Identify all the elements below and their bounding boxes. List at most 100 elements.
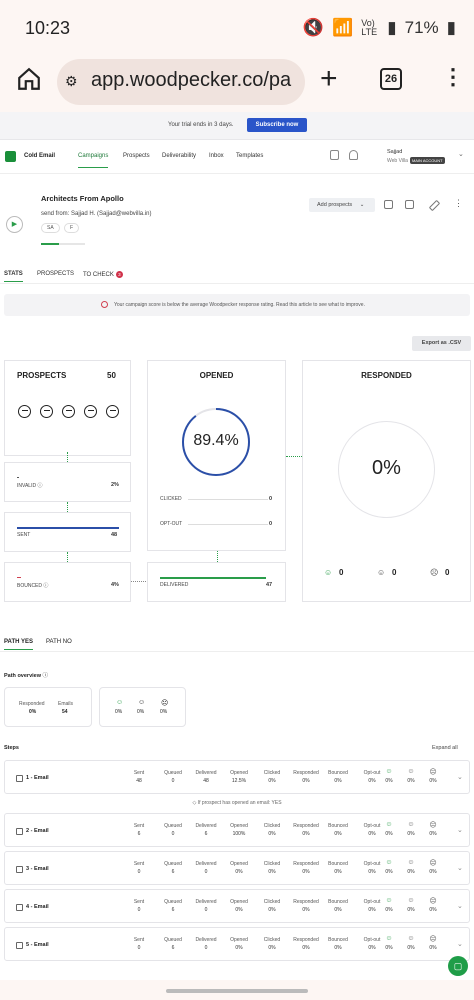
- step-row[interactable]: 2 - Email Sent 6 Queued 0 Delivered 6 Opened 100…: [4, 813, 470, 847]
- avatar-icon: [84, 405, 97, 418]
- add-prospects-button[interactable]: Add prospects ⌄: [309, 198, 375, 212]
- invalid-card: INVALID ⓘ 2%: [4, 462, 131, 502]
- chevron-down-icon[interactable]: ⌄: [458, 150, 464, 158]
- step-col-header: Delivered: [195, 823, 217, 829]
- tab-path-no[interactable]: PATH NO: [46, 639, 72, 645]
- step-col-header: Queued: [164, 937, 182, 943]
- clicked-label: CLICKED: [160, 496, 182, 502]
- chevron-down-icon[interactable]: ⌄: [457, 940, 463, 948]
- info-icon: ⓘ: [43, 583, 49, 589]
- optout-label: OPT-OUT: [160, 521, 183, 527]
- tab-path-yes[interactable]: PATH YES: [4, 639, 34, 650]
- email-icon: [16, 904, 23, 911]
- product-switcher[interactable]: Cold Email: [24, 153, 55, 159]
- chevron-down-icon[interactable]: ⌄: [457, 902, 463, 910]
- subscribe-button[interactable]: Subscribe now: [247, 118, 307, 132]
- connector: [67, 502, 68, 512]
- step-col-header: Sent: [133, 899, 145, 905]
- positive-face-icon: ☺: [116, 699, 124, 706]
- play-icon[interactable]: ▶: [6, 216, 23, 233]
- score-message: Your campaign score is below the average…: [114, 302, 365, 308]
- woodpecker-logo-icon[interactable]: [5, 151, 16, 162]
- email-icon: [16, 828, 23, 835]
- user-org[interactable]: Web Villa MAIN ACCOUNT: [387, 157, 445, 164]
- step-col-value: 0: [171, 831, 175, 837]
- new-tab-button[interactable]: +: [320, 62, 338, 96]
- step-col-value: 48: [203, 778, 209, 784]
- step-col-value: 0: [137, 869, 141, 875]
- positive-face-icon: ☺: [324, 568, 333, 577]
- wifi-icon: 📶: [332, 18, 354, 37]
- connector: [67, 552, 68, 562]
- site-settings-icon[interactable]: ⚙: [65, 73, 78, 90]
- trial-banner: Your trial ends in 3 days. Subscribe now: [0, 112, 474, 140]
- edit-icon[interactable]: [428, 199, 441, 212]
- home-icon[interactable]: [16, 66, 42, 92]
- step-col-value: 0%: [302, 907, 310, 913]
- tag-chip[interactable]: F: [64, 223, 80, 233]
- step-col-value: 6: [137, 831, 141, 837]
- lte-label: Vo) LTE: [361, 18, 378, 37]
- step-col-value: 0%: [268, 945, 276, 951]
- step-col-value: 0: [137, 907, 141, 913]
- step-col-header: Delivered: [195, 937, 217, 943]
- step-name[interactable]: 5 - Email: [26, 942, 49, 948]
- step-col-value: 0: [171, 778, 175, 784]
- signal-icon: ▮: [387, 18, 397, 37]
- neutral-face-icon: ☺: [138, 699, 146, 706]
- nav-inbox[interactable]: Inbox: [209, 153, 224, 159]
- step-name[interactable]: 3 - Email: [26, 866, 49, 872]
- tab-to-check[interactable]: TO CHECK 3: [83, 271, 123, 278]
- step-row[interactable]: 3 - Email Sent 0 Queued 6 Delivered 0 Opened 0% C…: [4, 851, 470, 885]
- tab-stats[interactable]: STATS: [4, 271, 23, 282]
- campaign-title[interactable]: Architects From Apollo: [41, 194, 124, 203]
- home-indicator[interactable]: [166, 989, 308, 993]
- chevron-down-icon[interactable]: ⌄: [457, 864, 463, 872]
- url-text[interactable]: app.woodpecker.co/pa: [91, 69, 291, 92]
- chevron-down-icon[interactable]: ⌄: [457, 773, 463, 781]
- nav-prospects[interactable]: Prospects: [123, 153, 150, 159]
- browser-menu-button[interactable]: ⋮: [442, 64, 464, 90]
- tab-switcher-button[interactable]: 26: [380, 68, 402, 90]
- address-bar[interactable]: ⚙ app.woodpecker.co/pa: [57, 59, 305, 105]
- step-row[interactable]: 4 - Email Sent 0 Queued 6 Delivered 0 Opened 0% C…: [4, 889, 470, 923]
- gift-icon[interactable]: [330, 150, 339, 160]
- nav-campaigns[interactable]: Campaigns: [78, 153, 109, 168]
- delivered-value: 47: [266, 582, 273, 588]
- more-icon[interactable]: ⋮: [454, 198, 463, 209]
- pause-icon[interactable]: [384, 200, 393, 209]
- user-name[interactable]: Sajjad: [387, 149, 402, 155]
- bell-icon[interactable]: [349, 150, 358, 160]
- nav-templates[interactable]: Templates: [236, 153, 263, 159]
- step-col-header: Delivered: [195, 861, 217, 867]
- step-col-value: 0%: [235, 869, 243, 875]
- step-row[interactable]: 1 - Email Sent 48 Queued 0 Delivered 48 Opened 1…: [4, 760, 470, 794]
- chat-button[interactable]: ▢: [448, 956, 468, 976]
- step-col-value: 6: [171, 869, 175, 875]
- prospects-total: 50: [107, 371, 116, 380]
- app-nav: Cold Email Campaigns Prospects Deliverab…: [0, 140, 474, 174]
- sentiment-box: ☺ 0% ☺ 0% ☹ 0%: [99, 687, 186, 727]
- emails-label: Emails: [58, 701, 74, 707]
- window-icon[interactable]: [405, 200, 414, 209]
- step-col-value: 0%: [429, 778, 437, 784]
- nav-deliverability[interactable]: Deliverability: [162, 153, 196, 159]
- step-row[interactable]: 5 - Email Sent 0 Queued 6 Delivered 0 Opened 0% C…: [4, 927, 470, 961]
- export-csv-button[interactable]: Export as .CSV: [412, 336, 471, 351]
- step-col-value: 0%: [302, 945, 310, 951]
- tab-prospects[interactable]: PROSPECTS: [37, 271, 74, 277]
- chevron-down-icon[interactable]: ⌄: [457, 826, 463, 834]
- step-col-header: Delivered: [195, 770, 217, 776]
- tag-chip[interactable]: SA: [41, 223, 60, 233]
- delivered-card: DELIVERED 47: [147, 562, 286, 602]
- expand-all-button[interactable]: Expand all: [432, 745, 458, 751]
- step-col-header: Bounced: [328, 823, 348, 829]
- step-name[interactable]: 2 - Email: [26, 828, 49, 834]
- step-col-header: Bounced: [328, 861, 348, 867]
- step-col-value: 0%: [302, 831, 310, 837]
- connector: [67, 452, 68, 462]
- step-col-header: Sent: [133, 823, 145, 829]
- step-name[interactable]: 1 - Email: [26, 775, 49, 781]
- step-col-value: 12.5%: [231, 778, 247, 784]
- step-name[interactable]: 4 - Email: [26, 904, 49, 910]
